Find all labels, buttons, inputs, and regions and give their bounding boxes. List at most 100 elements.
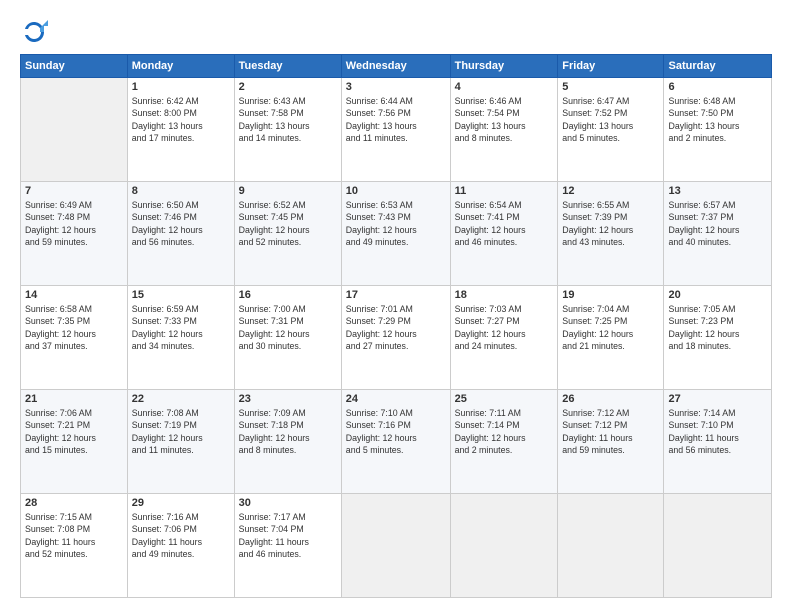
day-number: 15	[132, 289, 230, 301]
day-cell	[664, 494, 772, 598]
day-number: 1	[132, 81, 230, 93]
day-info: Sunrise: 6:57 AM Sunset: 7:37 PM Dayligh…	[668, 199, 767, 248]
day-cell: 4 Sunrise: 6:46 AM Sunset: 7:54 PM Daylig…	[450, 78, 558, 182]
day-cell: 8Sunrise: 6:50 AM Sunset: 7:46 PM Daylig…	[127, 182, 234, 286]
day-info: Sunrise: 6:53 AM Sunset: 7:43 PM Dayligh…	[346, 199, 446, 248]
day-info: Sunrise: 7:14 AM Sunset: 7:10 PM Dayligh…	[668, 407, 767, 456]
day-info: Sunrise: 6:44 AM Sunset: 7:56 PM Dayligh…	[346, 95, 446, 144]
day-info: Sunrise: 7:03 AM Sunset: 7:27 PM Dayligh…	[455, 303, 554, 352]
day-number: 27	[668, 393, 767, 405]
calendar-body: 1 Sunrise: 6:42 AM Sunset: 8:00 PM Daylig…	[21, 78, 772, 598]
day-info: Sunrise: 6:42 AM Sunset: 8:00 PM Dayligh…	[132, 95, 230, 144]
day-number: 16	[239, 289, 337, 301]
day-number: 18	[455, 289, 554, 301]
day-info: Sunrise: 7:05 AM Sunset: 7:23 PM Dayligh…	[668, 303, 767, 352]
day-info: Sunrise: 7:16 AM Sunset: 7:06 PM Dayligh…	[132, 511, 230, 560]
day-number: 5	[562, 81, 659, 93]
day-number: 21	[25, 393, 123, 405]
day-cell	[21, 78, 128, 182]
day-of-week-tuesday: Tuesday	[234, 55, 341, 78]
day-number: 24	[346, 393, 446, 405]
day-info: Sunrise: 7:06 AM Sunset: 7:21 PM Dayligh…	[25, 407, 123, 456]
day-cell: 30 Sunrise: 7:17 AM Sunset: 7:04 PM Dayli…	[234, 494, 341, 598]
day-number: 2	[239, 81, 337, 93]
day-of-week-thursday: Thursday	[450, 55, 558, 78]
day-cell: 22Sunrise: 7:08 AM Sunset: 7:19 PM Dayli…	[127, 390, 234, 494]
page: SundayMondayTuesdayWednesdayThursdayFrid…	[0, 0, 792, 612]
day-cell	[450, 494, 558, 598]
day-of-week-monday: Monday	[127, 55, 234, 78]
day-cell: 13 Sunrise: 6:57 AM Sunset: 7:37 PM Dayli…	[664, 182, 772, 286]
day-number: 14	[25, 289, 123, 301]
day-of-week-friday: Friday	[558, 55, 664, 78]
day-of-week-saturday: Saturday	[664, 55, 772, 78]
day-cell: 7 Sunrise: 6:49 AM Sunset: 7:48 PM Daylig…	[21, 182, 128, 286]
day-info: Sunrise: 6:52 AM Sunset: 7:45 PM Dayligh…	[239, 199, 337, 248]
day-info: Sunrise: 7:09 AM Sunset: 7:18 PM Dayligh…	[239, 407, 337, 456]
day-cell: 11Sunrise: 6:54 AM Sunset: 7:41 PM Dayli…	[450, 182, 558, 286]
day-info: Sunrise: 6:43 AM Sunset: 7:58 PM Dayligh…	[239, 95, 337, 144]
day-info: Sunrise: 7:17 AM Sunset: 7:04 PM Dayligh…	[239, 511, 337, 560]
day-cell: 24 Sunrise: 7:10 AM Sunset: 7:16 PM Dayli…	[341, 390, 450, 494]
day-number: 4	[455, 81, 554, 93]
day-cell: 19 Sunrise: 7:04 AM Sunset: 7:25 PM Dayli…	[558, 286, 664, 390]
day-info: Sunrise: 7:01 AM Sunset: 7:29 PM Dayligh…	[346, 303, 446, 352]
day-cell: 25 Sunrise: 7:11 AM Sunset: 7:14 PM Dayli…	[450, 390, 558, 494]
day-info: Sunrise: 7:04 AM Sunset: 7:25 PM Dayligh…	[562, 303, 659, 352]
header	[20, 18, 772, 46]
day-cell: 3 Sunrise: 6:44 AM Sunset: 7:56 PM Daylig…	[341, 78, 450, 182]
day-number: 19	[562, 289, 659, 301]
day-number: 25	[455, 393, 554, 405]
day-info: Sunrise: 6:58 AM Sunset: 7:35 PM Dayligh…	[25, 303, 123, 352]
day-info: Sunrise: 7:10 AM Sunset: 7:16 PM Dayligh…	[346, 407, 446, 456]
day-number: 12	[562, 185, 659, 197]
day-info: Sunrise: 7:00 AM Sunset: 7:31 PM Dayligh…	[239, 303, 337, 352]
day-number: 30	[239, 497, 337, 509]
day-info: Sunrise: 6:47 AM Sunset: 7:52 PM Dayligh…	[562, 95, 659, 144]
day-number: 8	[132, 185, 230, 197]
day-cell: 21 Sunrise: 7:06 AM Sunset: 7:21 PM Dayli…	[21, 390, 128, 494]
day-number: 13	[668, 185, 767, 197]
day-number: 29	[132, 497, 230, 509]
header-row: SundayMondayTuesdayWednesdayThursdayFrid…	[21, 55, 772, 78]
calendar: SundayMondayTuesdayWednesdayThursdayFrid…	[20, 54, 772, 598]
day-number: 17	[346, 289, 446, 301]
day-info: Sunrise: 6:55 AM Sunset: 7:39 PM Dayligh…	[562, 199, 659, 248]
day-number: 28	[25, 497, 123, 509]
logo	[20, 18, 52, 46]
day-number: 11	[455, 185, 554, 197]
day-info: Sunrise: 6:46 AM Sunset: 7:54 PM Dayligh…	[455, 95, 554, 144]
day-cell: 29 Sunrise: 7:16 AM Sunset: 7:06 PM Dayli…	[127, 494, 234, 598]
day-number: 3	[346, 81, 446, 93]
day-number: 23	[239, 393, 337, 405]
day-info: Sunrise: 7:11 AM Sunset: 7:14 PM Dayligh…	[455, 407, 554, 456]
day-cell: 12 Sunrise: 6:55 AM Sunset: 7:39 PM Dayli…	[558, 182, 664, 286]
week-row-5: 28 Sunrise: 7:15 AM Sunset: 7:08 PM Dayli…	[21, 494, 772, 598]
day-cell: 10Sunrise: 6:53 AM Sunset: 7:43 PM Dayli…	[341, 182, 450, 286]
logo-icon	[20, 18, 48, 46]
calendar-header: SundayMondayTuesdayWednesdayThursdayFrid…	[21, 55, 772, 78]
day-number: 22	[132, 393, 230, 405]
day-cell: 23 Sunrise: 7:09 AM Sunset: 7:18 PM Dayli…	[234, 390, 341, 494]
day-cell: 14 Sunrise: 6:58 AM Sunset: 7:35 PM Dayli…	[21, 286, 128, 390]
day-cell: 2 Sunrise: 6:43 AM Sunset: 7:58 PM Daylig…	[234, 78, 341, 182]
day-cell: 15 Sunrise: 6:59 AM Sunset: 7:33 PM Dayli…	[127, 286, 234, 390]
day-cell: 20 Sunrise: 7:05 AM Sunset: 7:23 PM Dayli…	[664, 286, 772, 390]
day-number: 6	[668, 81, 767, 93]
day-cell: 26Sunrise: 7:12 AM Sunset: 7:12 PM Dayli…	[558, 390, 664, 494]
day-info: Sunrise: 7:15 AM Sunset: 7:08 PM Dayligh…	[25, 511, 123, 560]
day-of-week-sunday: Sunday	[21, 55, 128, 78]
day-of-week-wednesday: Wednesday	[341, 55, 450, 78]
day-info: Sunrise: 6:59 AM Sunset: 7:33 PM Dayligh…	[132, 303, 230, 352]
day-number: 20	[668, 289, 767, 301]
day-info: Sunrise: 7:12 AM Sunset: 7:12 PM Dayligh…	[562, 407, 659, 456]
day-number: 7	[25, 185, 123, 197]
day-cell: 16 Sunrise: 7:00 AM Sunset: 7:31 PM Dayli…	[234, 286, 341, 390]
day-cell: 6Sunrise: 6:48 AM Sunset: 7:50 PM Daylig…	[664, 78, 772, 182]
week-row-4: 21 Sunrise: 7:06 AM Sunset: 7:21 PM Dayli…	[21, 390, 772, 494]
week-row-3: 14 Sunrise: 6:58 AM Sunset: 7:35 PM Dayli…	[21, 286, 772, 390]
day-info: Sunrise: 6:49 AM Sunset: 7:48 PM Dayligh…	[25, 199, 123, 248]
day-number: 9	[239, 185, 337, 197]
day-cell: 1 Sunrise: 6:42 AM Sunset: 8:00 PM Daylig…	[127, 78, 234, 182]
day-cell: 5 Sunrise: 6:47 AM Sunset: 7:52 PM Daylig…	[558, 78, 664, 182]
